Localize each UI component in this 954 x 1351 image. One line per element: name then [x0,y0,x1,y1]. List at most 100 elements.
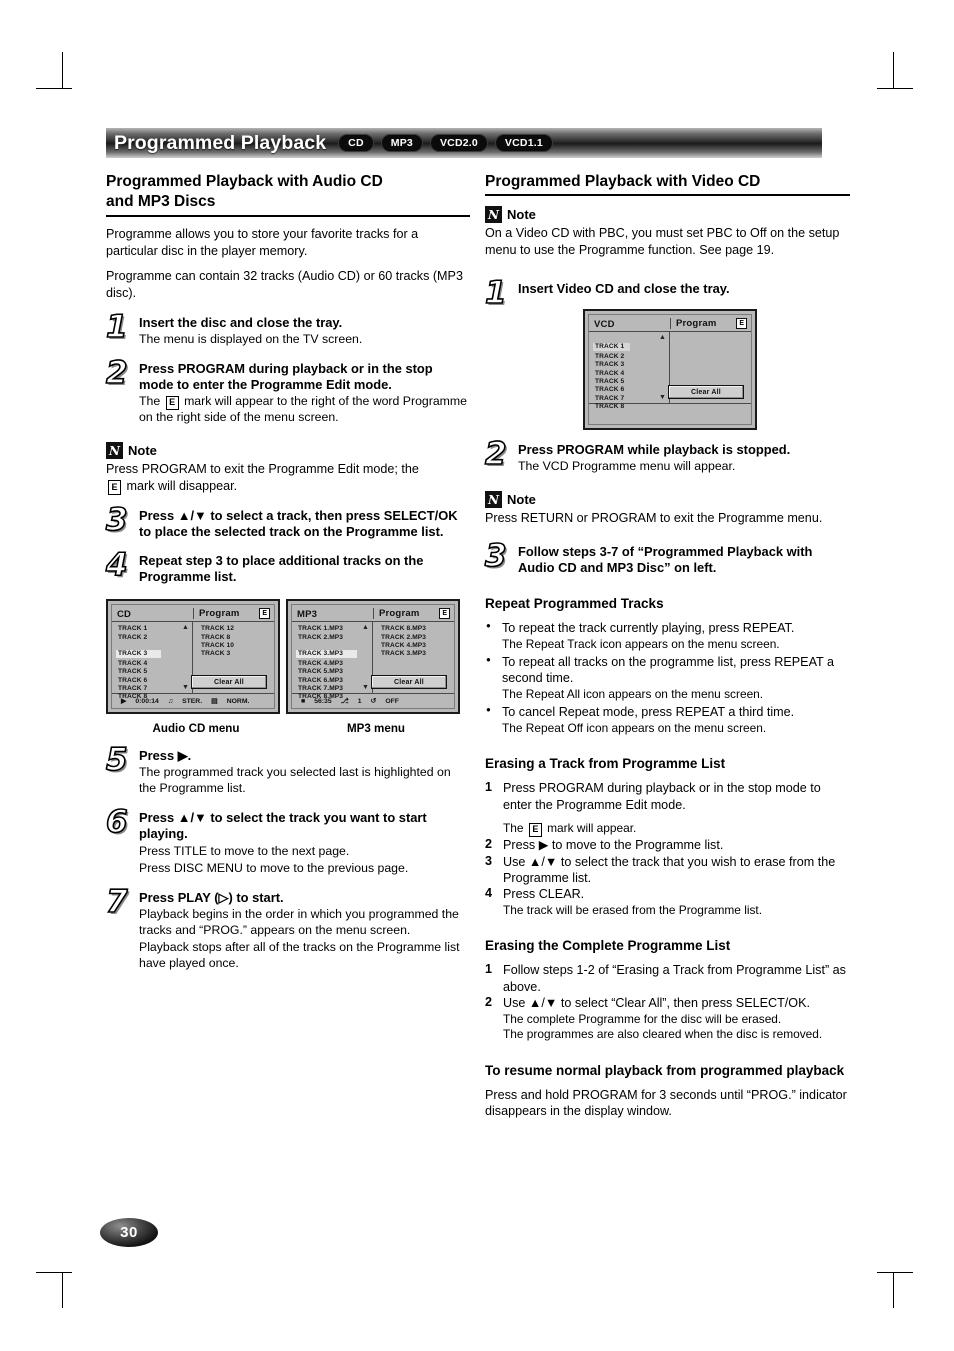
manual-page: Programmed Playback CD MP3 VCD2.0 VCD1.1… [0,0,954,1351]
clear-all-button[interactable]: Clear All [668,385,744,400]
note-label: Note [507,207,536,223]
scroll-up-arrow-icon[interactable]: ▲ [362,624,369,631]
osd-scrollbar[interactable]: ▲ ▼ [659,334,666,401]
osd-track-list: TRACK 1.MP3 TRACK 2.MP3 TRACK 3.MP3 TRAC… [292,622,373,700]
list-item: 2 Use ▲/▼ to select “Clear All”, then pr… [485,995,850,1042]
right-note-2: N Note Press RETURN or PROGRAM to exit t… [485,491,850,527]
note-header: N Note [485,206,850,224]
osd-header: CD Program E [112,604,274,623]
osd-track-item[interactable]: TRACK 8 [118,693,192,701]
list-sub-before: The [503,821,524,836]
osd-header-right: Program E [670,317,751,329]
osd-scrollbar[interactable]: ▲ ▼ [362,624,369,691]
erasing-track-heading: Erasing a Track from Programme List [485,756,726,772]
osd-body: TRACK 1 TRACK 2 TRACK 3 TRACK 4 TRACK 5 … [112,622,274,700]
osd-program-item[interactable]: TRACK 12 [201,625,274,633]
list-item: To repeat all tracks on the programme li… [485,654,850,702]
step-description-after: mark will appear to the right of the wor… [139,394,468,425]
osd-program-item[interactable]: TRACK 2.MP3 [381,634,454,642]
osd-repeat-value: OFF [385,697,399,705]
osd-track-item[interactable]: TRACK 4 [118,660,192,668]
osd-scrollbar[interactable]: ▲ ▼ [182,624,189,691]
osd-program-item[interactable]: TRACK 10 [201,642,274,650]
note-text: Press RETURN or PROGRAM to exit the Prog… [485,511,823,526]
left-step-1: 1 Insert the disc and close the tray. Th… [105,311,470,348]
caption-audio-cd-menu: Audio CD menu [152,722,240,736]
osd-track-item[interactable]: TRACK 1.MP3 [298,625,372,633]
step-heading: Press PLAY (▷) to start. [139,889,284,905]
step-heading: Press ▲/▼ to select a track, then press … [139,507,458,539]
osd-track-item[interactable]: TRACK 5 [595,378,669,386]
osd-track-item[interactable]: TRACK 1 [118,625,192,633]
scroll-down-arrow-icon[interactable]: ▼ [659,394,666,401]
step-number: 6 [105,804,128,841]
clear-all-button[interactable]: Clear All [191,675,267,690]
step-number: 7 [105,883,128,920]
osd-track-item[interactable]: TRACK 7 [118,685,192,693]
osd-program-item[interactable]: TRACK 4.MP3 [381,642,454,650]
right-note-1: N Note On a Video CD with PBC, you must … [485,206,850,258]
scroll-down-arrow-icon[interactable]: ▼ [362,684,369,691]
note-label: Note [507,492,536,508]
right-section-heading: Programmed Playback with Video CD [485,172,850,197]
repeat-bullet-list: To repeat the track currently playing, p… [485,620,850,736]
list-main-text: Press CLEAR. [503,887,585,902]
left-section-heading: Programmed Playback with Audio CD and MP… [106,172,470,217]
osd-track-item-selected[interactable]: TRACK 1 [593,343,631,352]
osd-track-item[interactable]: TRACK 5 [118,668,192,676]
left-step-2: 2 Press PROGRAM during playback or in th… [105,357,470,426]
list-sub-text-1: The complete Programme for the disc will… [503,1011,782,1026]
note-N-icon: N [485,491,502,509]
list-item: 3 Use ▲/▼ to select the track that you w… [485,854,850,887]
step-number: 4 [105,546,128,583]
osd-body: TRACK 1.MP3 TRACK 2.MP3 TRACK 3.MP3 TRAC… [292,622,454,700]
list-number: 4 [485,886,493,901]
list-main-text: Follow steps 1-2 of “Erasing a Track fro… [503,963,846,994]
osd-track-item[interactable]: TRACK 5.MP3 [298,668,372,676]
step-description: The programmed track you selected last i… [139,765,451,796]
osd-track-item[interactable]: TRACK 2 [595,353,669,361]
left-intro-paragraph-2: Programme can contain 32 tracks (Audio C… [106,269,463,301]
osd-track-item[interactable]: TRACK 4 [595,370,669,378]
step-description-1: Playback begins in the order in which yo… [139,906,459,937]
osd-track-item[interactable]: TRACK 7.MP3 [298,685,372,693]
list-sub-text: The E mark will appear. [503,821,850,838]
osd-track-item[interactable]: TRACK 8.MP3 [298,693,372,701]
osd-program-item[interactable]: TRACK 3.MP3 [381,650,454,658]
osd-program-item[interactable]: TRACK 8 [201,634,274,642]
step-number: 3 [105,501,128,538]
osd-track-item[interactable]: TRACK 4.MP3 [298,660,372,668]
osd-track-item[interactable]: TRACK 2.MP3 [298,634,372,642]
osd-track-item-selected[interactable]: TRACK 3.MP3 [296,649,358,659]
bullet-main-text: To repeat the track currently playing, p… [502,621,795,636]
step-heading: Follow steps 3-7 of “Programmed Playback… [518,543,813,576]
step-number: 1 [484,274,507,311]
osd-program-item[interactable]: TRACK 3 [201,650,274,658]
osd-track-item-selected[interactable]: TRACK 3 [116,649,162,659]
osd-track-item[interactable]: TRACK 6.MP3 [298,677,372,685]
osd-captions: Audio CD menu MP3 menu [106,722,470,735]
osd-track-item[interactable]: TRACK 3 [595,361,669,369]
scroll-up-arrow-icon[interactable]: ▲ [182,624,189,631]
left-section-heading-line1: Programmed Playback with Audio CD [106,173,383,190]
osd-track-item[interactable]: TRACK 6 [595,386,669,394]
osd-mp3-menu: MP3 Program E TRACK 1.MP3 TRACK 2.MP3 TR… [286,599,460,715]
osd-disc-type-label: CD [117,609,132,621]
note-text-before: Press PROGRAM to exit the Programme Edit… [106,462,419,477]
scroll-down-arrow-icon[interactable]: ▼ [182,684,189,691]
list-number: 3 [485,853,493,868]
osd-track-item[interactable]: TRACK 6 [118,677,192,685]
crop-mark [36,88,72,89]
osd-header-left: CD [112,604,193,622]
osd-track-item[interactable]: TRACK 2 [118,634,192,642]
clear-all-button[interactable]: Clear All [371,675,447,690]
crop-mark [36,1272,72,1273]
step-heading: Press PROGRAM during playback or in the … [139,360,433,393]
osd-track-item[interactable]: TRACK 8 [595,403,669,411]
osd-program-list: TRACK 8.MP3 TRACK 2.MP3 TRACK 4.MP3 TRAC… [371,622,454,693]
osd-program-item[interactable]: TRACK 8.MP3 [381,625,454,633]
page-number: 30 [120,1224,138,1241]
osd-track-item[interactable]: TRACK 7 [595,395,669,403]
scroll-up-arrow-icon[interactable]: ▲ [659,334,666,341]
osd-screenshot-row: CD Program E TRACK 1 TRACK 2 TRACK 3 TRA… [106,599,470,715]
